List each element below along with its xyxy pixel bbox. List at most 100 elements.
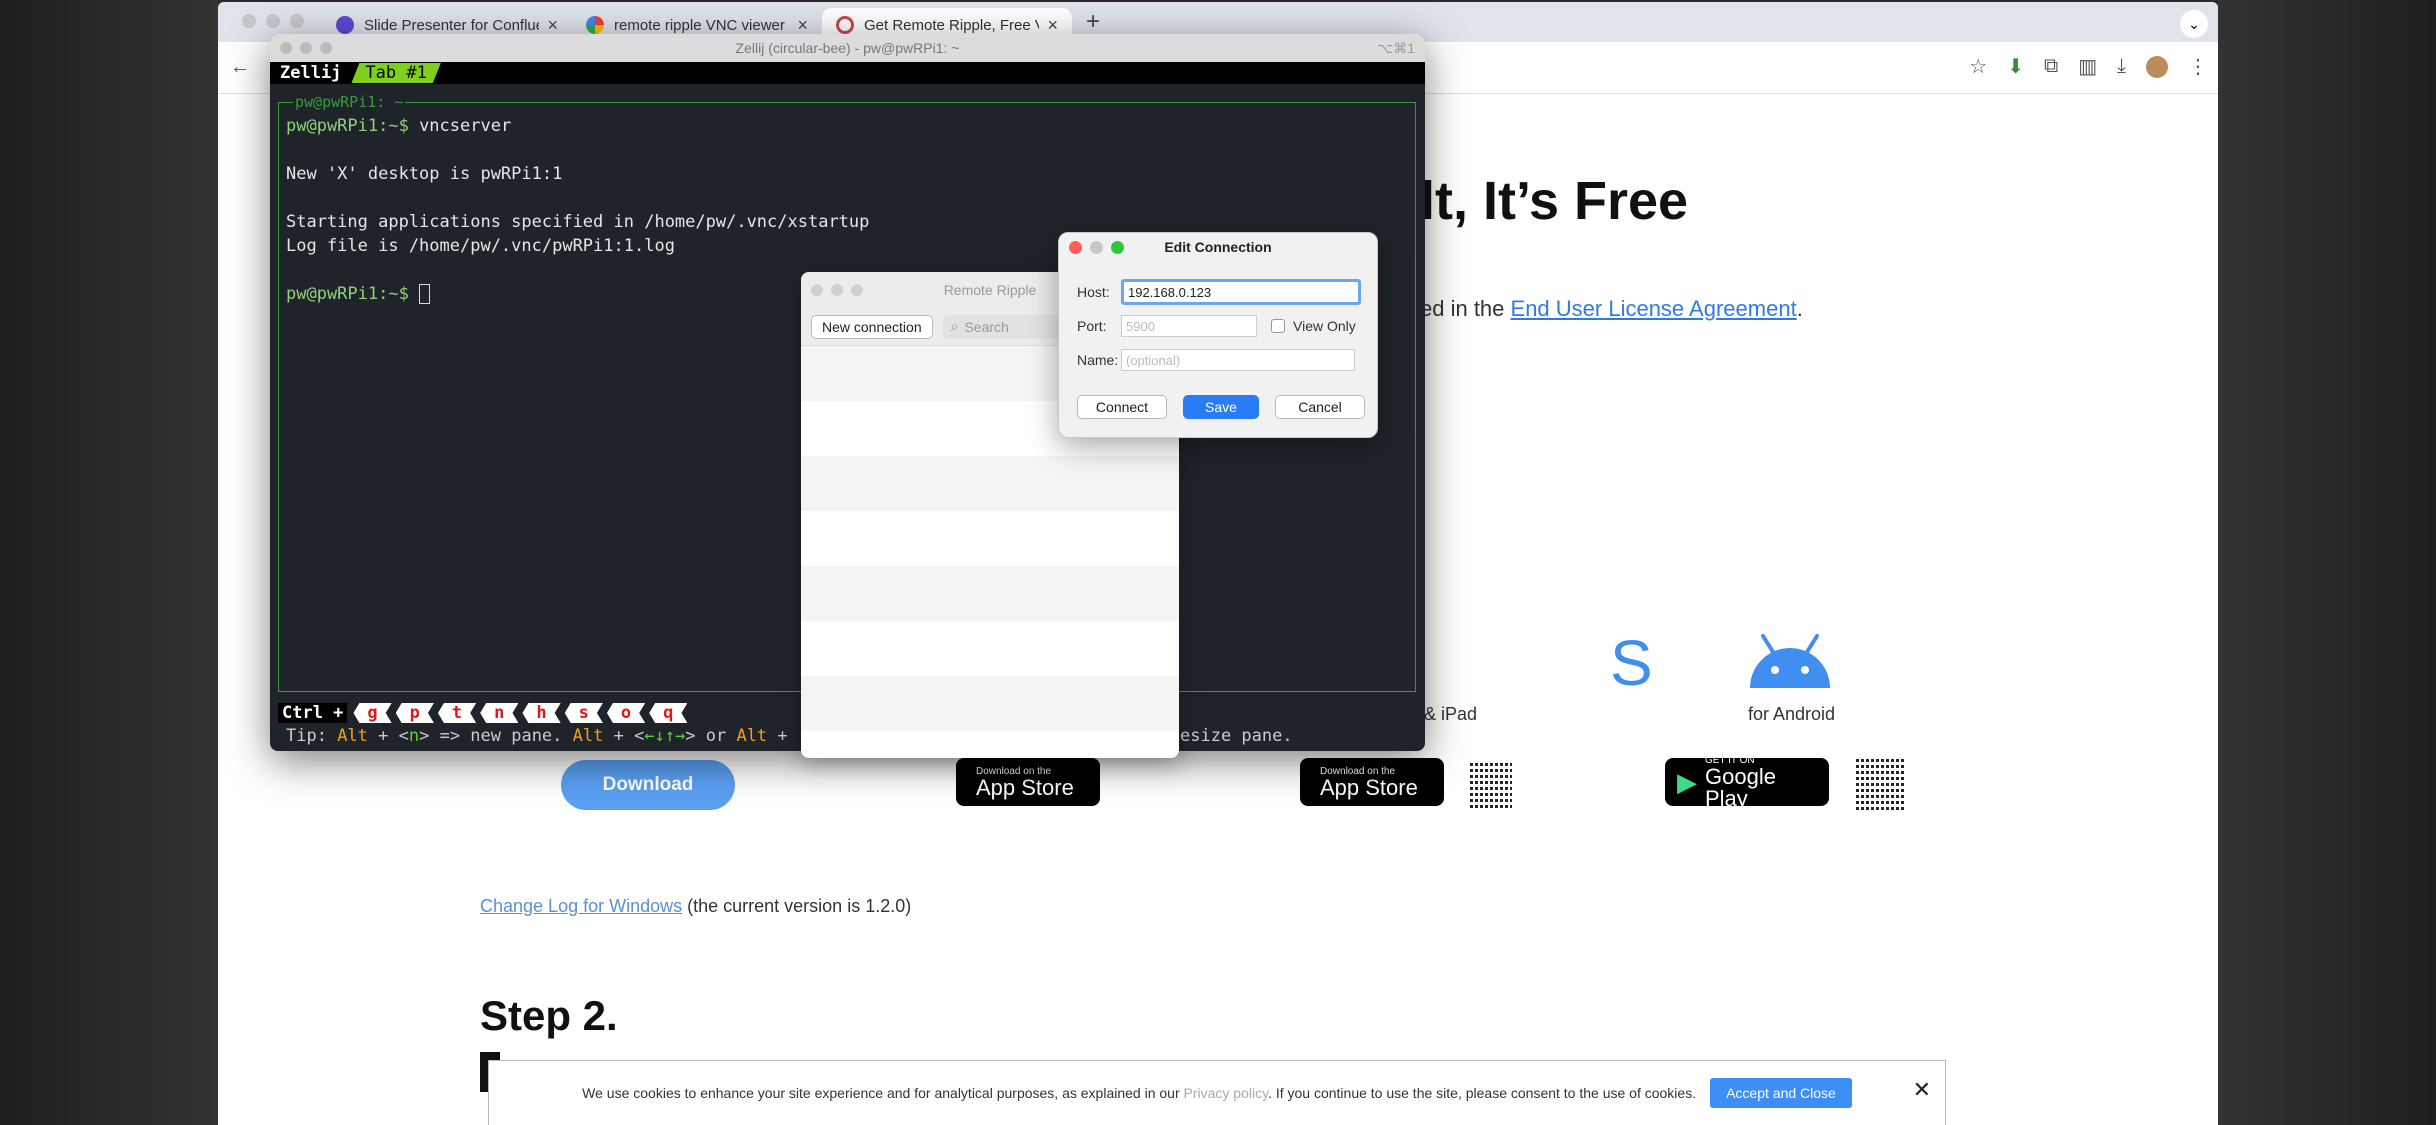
close-tab-icon[interactable]: ×	[547, 15, 558, 36]
dialog-zoom-button[interactable]	[1111, 241, 1124, 254]
tab-title: Get Remote Ripple, Free VNC	[864, 16, 1039, 34]
terminal-line: New 'X' desktop is pwRPi1:1	[286, 164, 563, 184]
terminal-output: pw@pwRPi1:~$ vncserver New 'X' desktop i…	[286, 114, 869, 306]
name-row: Name:	[1077, 349, 1355, 371]
privacy-policy-link[interactable]: Privacy policy	[1184, 1085, 1269, 1101]
port-input[interactable]	[1121, 315, 1257, 337]
shell-command: vncserver	[408, 116, 512, 136]
tab-title: Slide Presenter for Confluence	[364, 16, 539, 34]
zellij-tab-1[interactable]: Tab #1	[351, 63, 440, 83]
key-q: q	[649, 703, 687, 723]
close-tab-icon[interactable]: ×	[797, 15, 808, 36]
name-input[interactable]	[1121, 349, 1355, 371]
license-suffix: .	[1796, 296, 1803, 321]
extension-download-icon[interactable]: ⬇	[2007, 54, 2024, 79]
back-arrow-icon[interactable]: ←	[230, 56, 250, 79]
zellij-tab-bar: Zellij Tab #1	[270, 62, 1425, 84]
minimize-window-button[interactable]	[266, 14, 280, 28]
tip-alt-key: Alt	[337, 726, 368, 746]
close-tab-icon[interactable]: ×	[1047, 15, 1058, 36]
dialog-window-controls	[1069, 241, 1124, 254]
remote-ripple-minimize-button[interactable]	[831, 284, 843, 296]
dialog-minimize-button[interactable]	[1090, 241, 1103, 254]
new-connection-button[interactable]: New connection	[811, 314, 933, 339]
step-2-heading: Step 2.	[480, 992, 618, 1039]
key-g: g	[353, 703, 391, 723]
zellij-session-label: Zellij	[270, 63, 352, 83]
terminal-line: Starting applications specified in /home…	[286, 212, 870, 232]
ios-qr-code	[1468, 760, 1512, 808]
tab-search-chevron-icon[interactable]: ⌄	[2180, 10, 2208, 38]
side-panel-icon[interactable]: ▥	[2078, 54, 2097, 79]
list-item	[801, 511, 1179, 566]
google-play-logo-icon: ▶	[1677, 766, 1697, 797]
changelog-windows-link[interactable]: Change Log for Windows	[480, 896, 682, 916]
shell-prompt: pw@pwRPi1:~$	[286, 284, 409, 304]
view-only-label: View Only	[1293, 318, 1356, 334]
pane-title: pw@pwRPi1: ~	[293, 93, 406, 111]
zoom-window-button[interactable]	[290, 14, 304, 28]
license-agreement-link[interactable]: End User License Agreement	[1511, 296, 1797, 321]
terminal-close-button[interactable]	[280, 42, 292, 54]
downloads-icon[interactable]: ⤓	[2117, 55, 2126, 78]
remote-ripple-zoom-button[interactable]	[851, 284, 863, 296]
zellij-keybinding-bar: Ctrl + g p t n h s o q	[278, 702, 691, 724]
download-windows-button[interactable]: Download	[561, 760, 735, 810]
close-cookie-banner-icon[interactable]: ✕	[1913, 1077, 1931, 1103]
tab-title: remote ripple VNC viewer - G	[614, 16, 789, 34]
terminal-minimize-button[interactable]	[300, 42, 312, 54]
browser-menu-icon[interactable]: ⋮	[2188, 54, 2208, 79]
list-item	[801, 676, 1179, 731]
remote-ripple-favicon-icon	[836, 16, 854, 34]
port-label: Port:	[1077, 318, 1107, 334]
terminal-zoom-button[interactable]	[320, 42, 332, 54]
badge-big-text: Google Play	[1705, 763, 1776, 811]
accept-cookies-button[interactable]: Accept and Close	[1710, 1078, 1852, 1108]
list-item	[801, 456, 1179, 511]
remote-ripple-close-button[interactable]	[811, 284, 823, 296]
extensions-puzzle-icon[interactable]: ⧉	[2044, 55, 2058, 78]
view-only-checkbox[interactable]	[1271, 319, 1285, 333]
key-s: s	[565, 703, 603, 723]
terminal-line: Log file is /home/pw/.vnc/pwRPi1:1.log	[286, 236, 675, 256]
tip-alt-key: Alt	[736, 726, 768, 746]
list-item	[801, 731, 1179, 758]
bookmark-star-icon[interactable]: ☆	[1969, 54, 1987, 79]
dialog-close-button[interactable]	[1069, 241, 1082, 254]
search-placeholder: Search	[964, 318, 1009, 335]
remote-ripple-title: Remote Ripple	[943, 282, 1037, 298]
edit-connection-title-bar[interactable]: Edit Connection	[1059, 233, 1377, 261]
toolbar-actions: ☆ ⬇ ⧉ ▥ ⤓ ⋮	[1969, 54, 2208, 79]
tip-arrow-keys: ←↓↑→	[644, 726, 686, 746]
desktop-background-right	[2218, 0, 2436, 1125]
remote-ripple-window-controls	[811, 284, 863, 296]
zellij-tip-tail: esize pane.	[1180, 726, 1293, 746]
close-window-button[interactable]	[242, 14, 256, 28]
ios-logo-icon: S	[1610, 627, 1653, 699]
host-input[interactable]	[1121, 279, 1361, 305]
cookie-text-part1: We use cookies to enhance your site expe…	[582, 1085, 1184, 1101]
platform-ios-label: & iPad	[1424, 704, 1478, 724]
cookie-text-part2: . If you continue to use the site, pleas…	[1268, 1085, 1697, 1101]
zellij-tip: Tip: Alt + <n> => new pane. Alt + <←↓↑→>…	[286, 726, 788, 746]
tip-text: > => new pane.	[419, 726, 573, 746]
dialog-buttons: Connect Save Cancel	[1077, 395, 1365, 419]
badge-big-text: App Store	[1320, 774, 1418, 800]
terminal-title-bar[interactable]: Zellij (circular-bee) - pw@pwRPi1: ~ ⌥⌘1	[270, 34, 1425, 62]
app-store-badge-mac[interactable]: Download on the App Store	[956, 758, 1100, 806]
tip-text: +	[767, 726, 788, 746]
shell-prompt: pw@pwRPi1:~$	[286, 116, 409, 136]
connect-button[interactable]: Connect	[1077, 395, 1167, 419]
key-p: p	[396, 703, 434, 723]
slide-presenter-favicon-icon	[336, 16, 354, 34]
app-store-badge-ios[interactable]: Download on the App Store	[1300, 758, 1444, 806]
profile-avatar[interactable]	[2146, 55, 2168, 78]
google-play-badge[interactable]: ▶ GET IT ON Google Play	[1665, 755, 1829, 809]
page-hero-title: lt, It’s Free	[1420, 171, 1689, 231]
platform-android-label: for Android	[1748, 704, 1836, 724]
cancel-button[interactable]: Cancel	[1275, 395, 1365, 419]
save-button[interactable]: Save	[1183, 395, 1259, 419]
terminal-shortcut: ⌥⌘1	[1377, 40, 1415, 56]
tip-key-n: n	[408, 726, 420, 746]
key-t: t	[438, 703, 476, 723]
